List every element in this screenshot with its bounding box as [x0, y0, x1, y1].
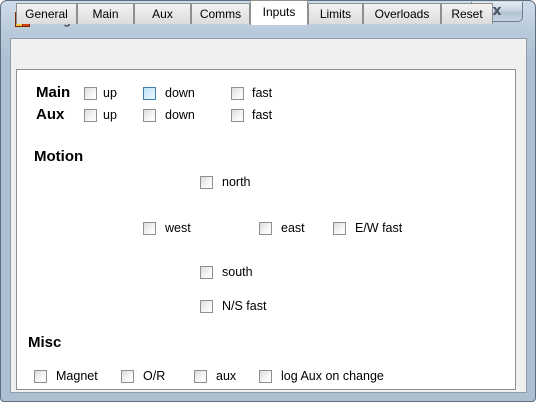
- tab-limits[interactable]: Limits: [308, 3, 363, 24]
- tab-inputs[interactable]: Inputs: [250, 0, 308, 25]
- south-checkbox[interactable]: [200, 266, 213, 279]
- ns-fast-checkbox[interactable]: [200, 300, 213, 313]
- main-up-label: up: [103, 86, 117, 100]
- log-aux-on-change-label: log Aux on change: [281, 369, 384, 383]
- misc-aux-checkbox[interactable]: [194, 370, 207, 383]
- tab-main[interactable]: Main: [77, 3, 134, 24]
- misc-aux-label: aux: [216, 369, 237, 383]
- east-label: east: [281, 221, 305, 235]
- aux-label: Aux: [36, 106, 65, 123]
- tab-overloads[interactable]: Overloads: [363, 3, 441, 24]
- main-fast-label: fast: [252, 86, 273, 100]
- magnet-label: Magnet: [56, 369, 98, 383]
- main-up-checkbox[interactable]: [84, 87, 97, 100]
- or-checkbox[interactable]: [121, 370, 134, 383]
- main-down-label: down: [165, 86, 195, 100]
- aux-down-label: down: [165, 108, 195, 122]
- aux-up-checkbox[interactable]: [84, 109, 97, 122]
- main-down-checkbox[interactable]: [143, 87, 156, 100]
- log-aux-on-change-checkbox[interactable]: [259, 370, 272, 383]
- tab-reset[interactable]: Reset: [441, 3, 493, 24]
- or-label: O/R: [143, 369, 166, 383]
- west-label: west: [165, 221, 191, 235]
- east-checkbox[interactable]: [259, 222, 272, 235]
- west-checkbox[interactable]: [143, 222, 156, 235]
- main-label: Main: [36, 84, 71, 101]
- main-fast-checkbox[interactable]: [231, 87, 244, 100]
- north-label: north: [222, 175, 251, 189]
- ew-fast-checkbox[interactable]: [333, 222, 346, 235]
- tab-comms[interactable]: Comms: [191, 3, 250, 24]
- ew-fast-label: E/W fast: [355, 221, 403, 235]
- aux-fast-checkbox[interactable]: [231, 109, 244, 122]
- aux-down-checkbox[interactable]: [143, 109, 156, 122]
- ns-fast-label: N/S fast: [222, 299, 267, 313]
- tab-general[interactable]: General: [16, 3, 77, 24]
- north-checkbox[interactable]: [200, 176, 213, 189]
- tab-aux[interactable]: Aux: [134, 3, 191, 24]
- south-label: south: [222, 265, 253, 279]
- aux-fast-label: fast: [252, 108, 273, 122]
- close-icon: x: [492, 3, 502, 19]
- motion-label: Motion: [34, 148, 84, 165]
- misc-label: Misc: [28, 334, 62, 351]
- magnet-checkbox[interactable]: [34, 370, 47, 383]
- aux-up-label: up: [103, 108, 117, 122]
